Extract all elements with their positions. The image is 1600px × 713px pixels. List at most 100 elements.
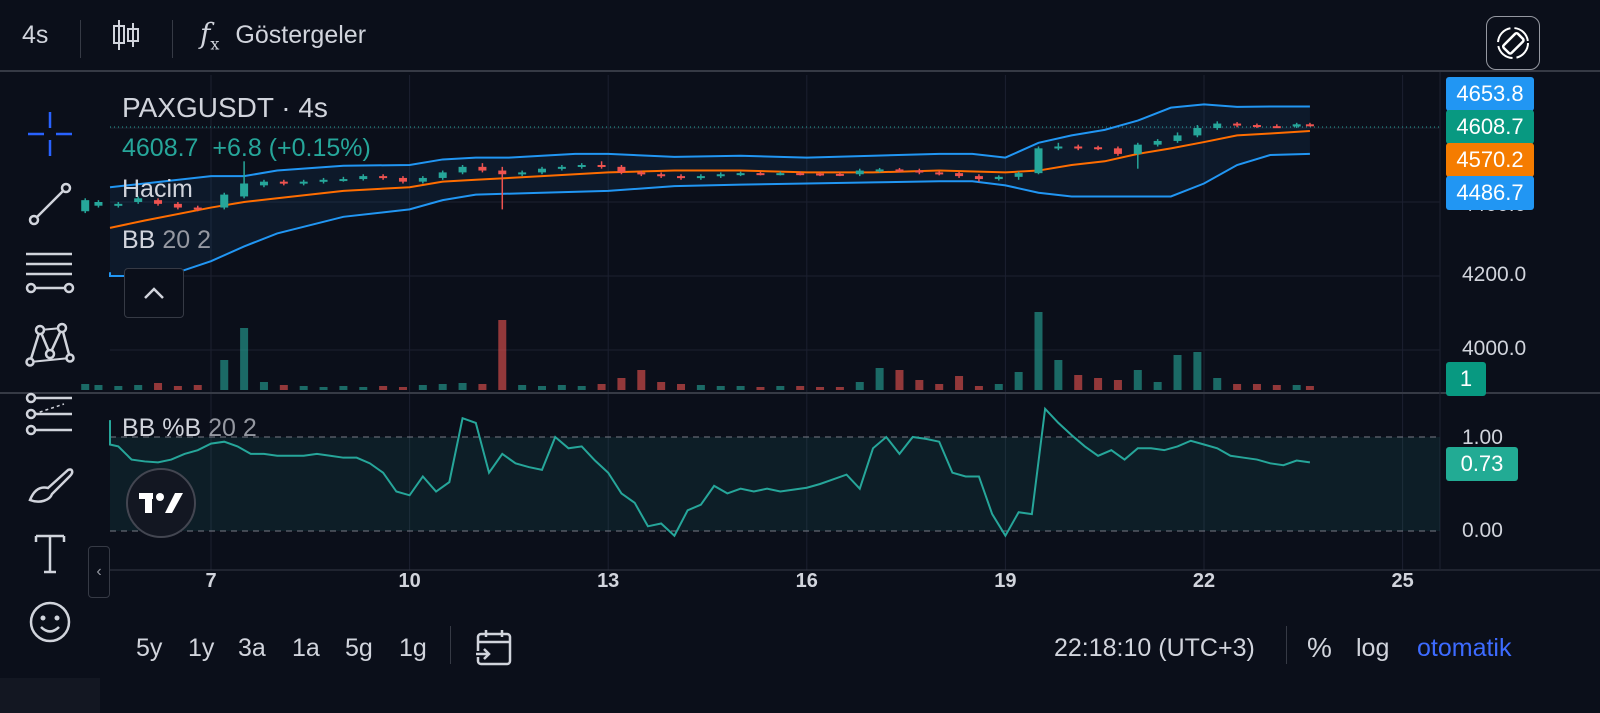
bbp-legend[interactable]: BB %B 20 2 xyxy=(122,414,257,443)
candle-body xyxy=(1252,125,1261,128)
bottom-toolbar: 5y 1y 3a 1a 5g 1g 22:18:10 (UTC+3) % log… xyxy=(0,618,1600,678)
pattern-icon xyxy=(25,322,75,367)
candle-body xyxy=(915,170,924,173)
price-change: 4608.7 +6.8 (+0.15%) xyxy=(122,134,371,163)
candle-body xyxy=(114,203,123,206)
tradingview-logo[interactable] xyxy=(126,468,196,538)
candle-body xyxy=(1213,123,1222,128)
volume-bars xyxy=(81,312,1314,390)
volume-bar xyxy=(518,385,527,390)
candle-body xyxy=(895,169,904,172)
volume-bar xyxy=(339,386,348,390)
volume-bar xyxy=(637,370,646,390)
range-1g[interactable]: 1g xyxy=(399,618,427,678)
bb-name: BB xyxy=(122,226,156,254)
volume-bar xyxy=(756,387,765,390)
volume-bar xyxy=(398,387,407,390)
volume-bar xyxy=(1193,352,1202,390)
volume-bar xyxy=(1014,372,1023,390)
volume-bar xyxy=(816,387,825,390)
auto-scale-toggle[interactable]: otomatik xyxy=(1417,618,1511,678)
candle-body xyxy=(677,176,686,179)
bottom-divider xyxy=(450,626,451,664)
clock-timezone[interactable]: 22:18:10 (UTC+3) xyxy=(1054,618,1255,678)
candle-body xyxy=(776,173,785,176)
volume-bar xyxy=(935,384,944,390)
price-tick-4200: 4200.0 xyxy=(1462,263,1527,286)
volume-bar xyxy=(458,383,467,390)
change-value: +6.8 (+0.15%) xyxy=(212,134,371,162)
candle-body xyxy=(855,170,864,175)
volume-bar xyxy=(915,380,924,390)
volume-bar xyxy=(955,376,964,390)
volume-bar xyxy=(1233,384,1242,390)
volume-bar xyxy=(895,370,904,390)
candle-body xyxy=(1272,126,1281,129)
crosshair-icon xyxy=(28,112,72,156)
trend-line-tool[interactable] xyxy=(22,176,78,232)
candle-body xyxy=(557,166,566,169)
volume-bar xyxy=(1133,370,1142,390)
candle-body xyxy=(240,183,249,197)
pattern-tool[interactable] xyxy=(22,316,78,372)
volume-bar xyxy=(193,385,202,390)
volume-bar xyxy=(994,384,1003,390)
candle-body xyxy=(1153,140,1162,145)
range-5g[interactable]: 5g xyxy=(345,618,373,678)
volume-bar xyxy=(875,368,884,390)
candle-body xyxy=(279,181,288,184)
volume-legend[interactable]: Hacim xyxy=(122,175,193,204)
volume-bar xyxy=(220,360,229,390)
volume-bar xyxy=(657,382,666,390)
bb-basis-label: 4570.2 xyxy=(1446,143,1534,177)
candle-body xyxy=(796,173,805,176)
time-tick: 25 xyxy=(1391,570,1414,592)
volume-bar xyxy=(154,383,163,390)
range-3a[interactable]: 3a xyxy=(238,618,266,678)
prediction-tool[interactable] xyxy=(22,386,78,442)
volume-bar xyxy=(279,385,288,390)
toolbar-footer xyxy=(0,678,100,713)
text-tool[interactable] xyxy=(22,526,78,582)
volume-bar xyxy=(577,386,586,390)
candle-body xyxy=(220,194,229,208)
goto-date-button[interactable] xyxy=(474,618,514,678)
candle-body xyxy=(438,172,447,178)
toolbar-collapse-button[interactable]: ‹ xyxy=(88,546,110,598)
candle-body xyxy=(339,179,348,182)
volume-bar xyxy=(1034,312,1043,390)
trend-line-icon xyxy=(28,182,72,226)
text-icon xyxy=(34,534,66,574)
calendar-goto-icon xyxy=(476,630,512,666)
fib-tool[interactable] xyxy=(22,244,78,300)
volume-bar xyxy=(114,386,123,390)
symbol-title: PAXGUSDT · 4s xyxy=(122,92,328,123)
candle-body xyxy=(875,169,884,172)
brush-tool[interactable] xyxy=(22,456,78,512)
volume-bar xyxy=(1173,355,1182,390)
volume-bar xyxy=(1305,386,1314,390)
volume-bar xyxy=(438,384,447,390)
bottom-divider xyxy=(1286,626,1287,664)
tradingview-logo-icon xyxy=(139,493,183,513)
candle-body xyxy=(259,181,268,186)
volume-bar xyxy=(855,382,864,390)
volume-bar xyxy=(240,328,249,390)
bb-legend[interactable]: BB 20 2 xyxy=(122,226,211,255)
candle-body xyxy=(617,166,626,173)
candle-body xyxy=(1292,124,1301,127)
candle-body xyxy=(716,174,725,177)
candle-body xyxy=(498,170,507,175)
legend-collapse-button[interactable] xyxy=(124,268,184,318)
chevron-left-icon: ‹ xyxy=(96,563,102,580)
crosshair-tool[interactable] xyxy=(22,106,78,162)
candle-body xyxy=(1133,144,1142,154)
percent-scale-toggle[interactable]: % xyxy=(1307,618,1332,678)
log-scale-toggle[interactable]: log xyxy=(1356,618,1389,678)
volume-bar xyxy=(1054,360,1063,390)
candle-body xyxy=(359,176,368,180)
candle-body xyxy=(835,173,844,176)
range-1y[interactable]: 1y xyxy=(188,618,214,678)
range-5y[interactable]: 5y xyxy=(136,618,162,678)
range-1a[interactable]: 1a xyxy=(292,618,320,678)
